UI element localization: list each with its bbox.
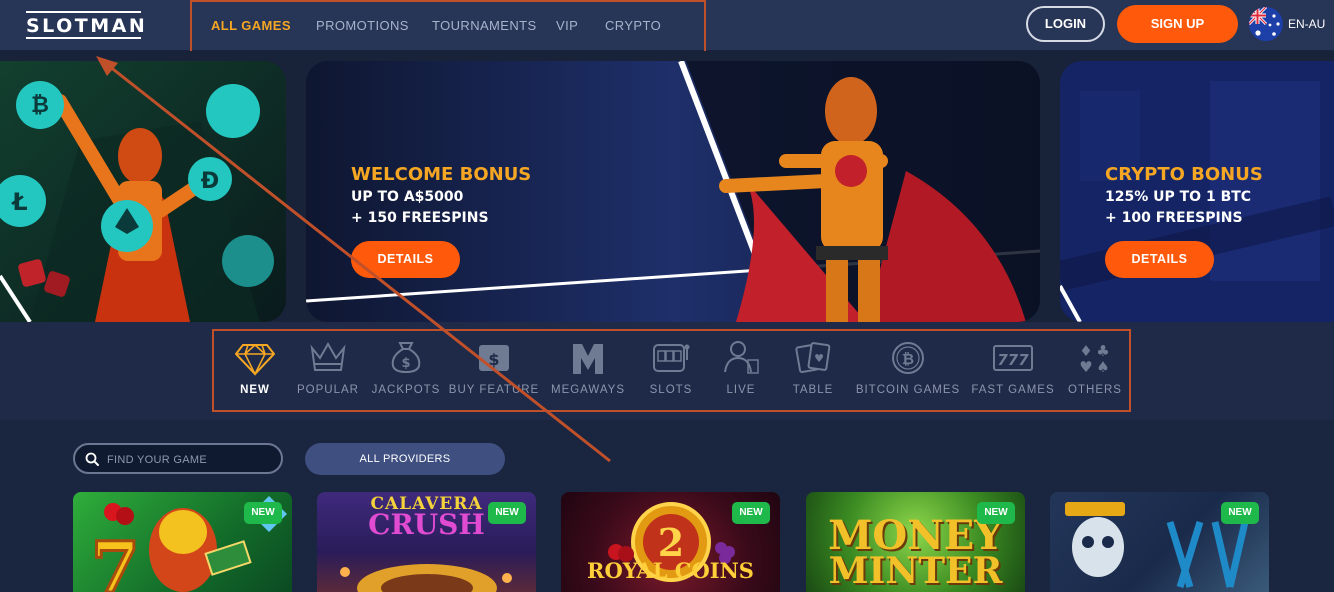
category-bitcoin-games[interactable]: ₿ BITCOIN GAMES (856, 340, 959, 396)
category-popular[interactable]: POPULAR (297, 340, 358, 396)
game-title-line: MINTER (828, 550, 1003, 592)
category-label: JACKPOTS (371, 384, 441, 396)
category-label: TABLE (792, 384, 834, 396)
category-label: MEGAWAYS (550, 384, 626, 396)
category-label: POPULAR (297, 384, 359, 396)
hero-carousel: ₿ Ł Đ WELCOME BONUS UP TO A$5000 + 150 F… (0, 51, 1334, 364)
category-slots[interactable]: SLOTS (650, 340, 691, 396)
triple-seven-icon: 777 (993, 345, 1033, 371)
category-label: NEW (240, 384, 270, 396)
game-title: ROYAL COINS (587, 558, 754, 583)
nav-all-games[interactable]: ALL GAMES (211, 18, 291, 33)
svg-text:₿: ₿ (31, 93, 49, 118)
crypto-hero-artwork: ₿ Ł Đ (0, 61, 286, 322)
svg-text:Đ: Đ (201, 169, 219, 194)
slot-machine-icon (653, 344, 690, 372)
hero-slide-left[interactable]: ₿ Ł Đ (0, 61, 286, 322)
nav-tournaments[interactable]: TOURNAMENTS (432, 18, 537, 33)
crown-icon (310, 341, 346, 371)
svg-text:♥: ♥ (814, 352, 824, 365)
logo-top-rule (26, 11, 141, 13)
nav-promotions[interactable]: PROMOTIONS (316, 18, 409, 33)
crypto-bonus-title: CRYPTO BONUS (1105, 164, 1263, 185)
category-live[interactable]: LIVE (721, 340, 761, 396)
svg-text:♥: ♥ (1079, 358, 1092, 374)
game-tile[interactable]: 7 NEW (73, 492, 292, 592)
svg-text:7: 7 (91, 526, 140, 592)
game-tile[interactable]: NEW (1050, 492, 1269, 592)
welcome-bonus-title: WELCOME BONUS (351, 164, 532, 185)
game-tile[interactable]: CALAVERA CRUSH NEW (317, 492, 536, 592)
new-badge: NEW (1221, 502, 1259, 524)
nav-crypto[interactable]: CRYPTO (605, 18, 661, 33)
megaways-m-icon (573, 344, 603, 374)
nav-vip[interactable]: VIP (556, 18, 578, 33)
crypto-bonus-freespins: + 100 FREESPINS (1105, 210, 1243, 226)
welcome-bonus-amount: UP TO A$5000 (351, 189, 464, 205)
svg-text:Ł: Ł (10, 188, 27, 216)
svg-text:₿: ₿ (902, 350, 914, 368)
login-button[interactable]: LOGIN (1026, 6, 1105, 42)
australia-flag-icon[interactable] (1249, 7, 1283, 41)
signup-button[interactable]: SIGN UP (1117, 5, 1238, 43)
category-jackpots[interactable]: $ JACKPOTS (372, 340, 439, 396)
category-table[interactable]: ♥ TABLE (793, 340, 833, 396)
category-label: BITCOIN GAMES (855, 384, 961, 396)
playing-cards-icon: ♥ (795, 342, 831, 374)
bitcoin-icon: ₿ (892, 342, 924, 374)
game-search (73, 443, 283, 474)
category-label: LIVE (726, 384, 756, 396)
game-tile[interactable]: MONEY MINTER NEW (806, 492, 1025, 592)
crypto-bonus-amount: 125% UP TO 1 BTC (1105, 189, 1252, 205)
hero-slide-crypto[interactable]: CRYPTO BONUS 125% UP TO 1 BTC + 100 FREE… (1060, 61, 1334, 322)
new-badge: NEW (244, 502, 282, 524)
all-providers-button[interactable]: ALL PROVIDERS (305, 443, 505, 475)
money-bag-icon: $ (391, 342, 421, 374)
new-badge: NEW (732, 502, 770, 524)
new-badge: NEW (488, 502, 526, 524)
live-dealer-icon (724, 341, 759, 374)
card-suits-icon: ♦ ♣ ♥ ♠ (1079, 342, 1109, 374)
search-input[interactable] (105, 450, 279, 470)
diamond-icon (235, 343, 275, 376)
category-fast-games[interactable]: 777 FAST GAMES (971, 340, 1054, 396)
category-megaways[interactable]: MEGAWAYS (551, 340, 624, 396)
dollar-bill-icon: $ (479, 345, 509, 371)
category-buy-feature[interactable]: $ BUY FEATURE (449, 340, 538, 396)
top-header: SLOTMAN ALL GAMES PROMOTIONS TOURNAMENTS… (0, 0, 1334, 53)
category-label: BUY FEATURE (448, 384, 540, 396)
hero-slide-welcome[interactable]: WELCOME BONUS UP TO A$5000 + 150 FREESPI… (306, 61, 1040, 322)
game-tile[interactable]: 2 ROYAL COINS NEW (561, 492, 780, 592)
svg-text:♠: ♠ (1096, 358, 1109, 374)
welcome-details-button[interactable]: DETAILS (351, 241, 460, 278)
logo-bottom-rule (26, 37, 141, 39)
slotman-logo[interactable]: SLOTMAN (26, 11, 145, 39)
category-label: FAST GAMES (971, 384, 1055, 396)
category-others[interactable]: ♦ ♣ ♥ ♠ OTHERS (1068, 340, 1121, 396)
category-new[interactable]: NEW (233, 340, 277, 396)
svg-text:777: 777 (997, 351, 1029, 369)
new-badge: NEW (977, 502, 1015, 524)
category-label: OTHERS (1068, 384, 1122, 396)
svg-text:$: $ (488, 350, 499, 369)
search-icon (85, 452, 99, 466)
language-selector[interactable]: EN-AU (1288, 17, 1325, 31)
crypto-details-button[interactable]: DETAILS (1105, 241, 1214, 278)
category-label: SLOTS (649, 384, 693, 396)
svg-text:$: $ (401, 356, 410, 371)
main-nav: ALL GAMES PROMOTIONS TOURNAMENTS VIP CRY… (190, 0, 706, 53)
logo-text: SLOTMAN (26, 15, 148, 37)
welcome-bonus-freespins: + 150 FREESPINS (351, 210, 489, 226)
